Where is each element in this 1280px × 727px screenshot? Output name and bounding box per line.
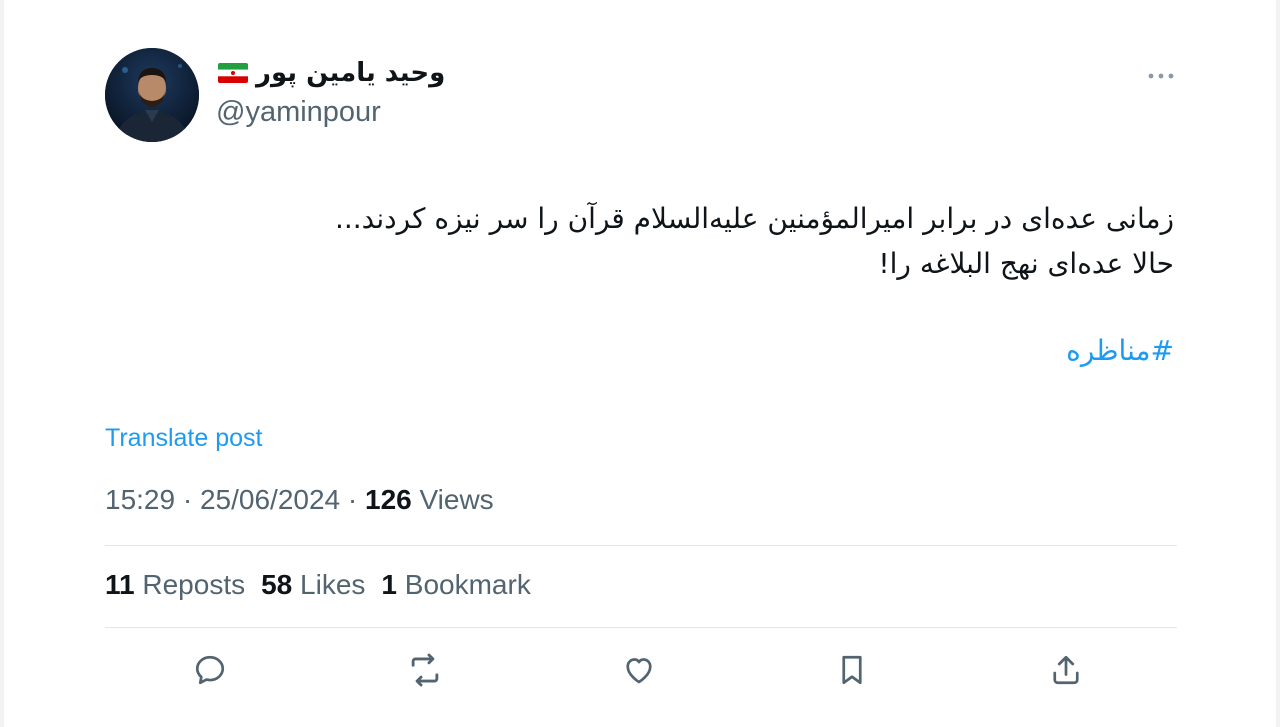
reply-icon [195,655,225,685]
repost-icon [411,653,439,687]
meta-separator: · [182,484,193,515]
engagement-stats: 11 Reposts 58 Likes 1 Bookmark [105,569,531,601]
bookmark-button[interactable] [832,650,872,690]
post-time[interactable]: 15:29 [105,484,175,515]
post-meta: 15:29 · 25/06/2024 · 126 Views [105,484,494,516]
post-text-line: حالا عده‌ای نهج البلاغه را! [878,247,1174,280]
author-name-row[interactable]: وحید یامین پور [218,58,445,88]
post-text: زمانی عده‌ای در برابر امیرالمؤمنین علیه‌… [174,196,1174,286]
bookmarks-count: 1 [381,569,397,600]
divider [105,627,1177,628]
avatar[interactable] [105,48,199,142]
left-edge [0,0,4,727]
heart-icon [626,658,652,684]
reposts-count: 11 [105,569,135,600]
author-handle[interactable]: @yaminpour [216,96,381,129]
views-label: Views [419,484,494,515]
likes-stat[interactable]: 58 Likes [261,569,365,601]
more-options-button[interactable] [1146,66,1176,86]
post-date[interactable]: 25/06/2024 [200,484,340,515]
post-text-line: زمانی عده‌ای در برابر امیرالمؤمنین علیه‌… [334,202,1174,235]
repost-button[interactable] [405,650,445,690]
share-icon [1053,655,1079,685]
reposts-stat[interactable]: 11 Reposts [105,569,245,601]
iran-flag-icon [218,63,248,83]
right-edge [1276,0,1280,727]
bookmark-icon [842,655,862,685]
like-button[interactable] [619,650,659,690]
more-horizontal-icon [1148,73,1174,79]
bookmarks-stat[interactable]: 1 Bookmark [381,569,530,601]
reposts-label: Reposts [142,569,246,600]
divider [105,545,1177,546]
translate-post-link[interactable]: Translate post [105,424,262,453]
likes-count: 58 [261,569,293,600]
hashtag-link[interactable]: #مناظره [1066,334,1174,367]
author-display-name[interactable]: وحید یامین پور [256,58,445,88]
meta-separator: · [347,484,358,515]
reply-button[interactable] [190,650,230,690]
share-button[interactable] [1046,650,1086,690]
likes-label: Likes [300,569,366,600]
bookmarks-label: Bookmark [404,569,531,600]
views-count: 126 [365,484,412,515]
